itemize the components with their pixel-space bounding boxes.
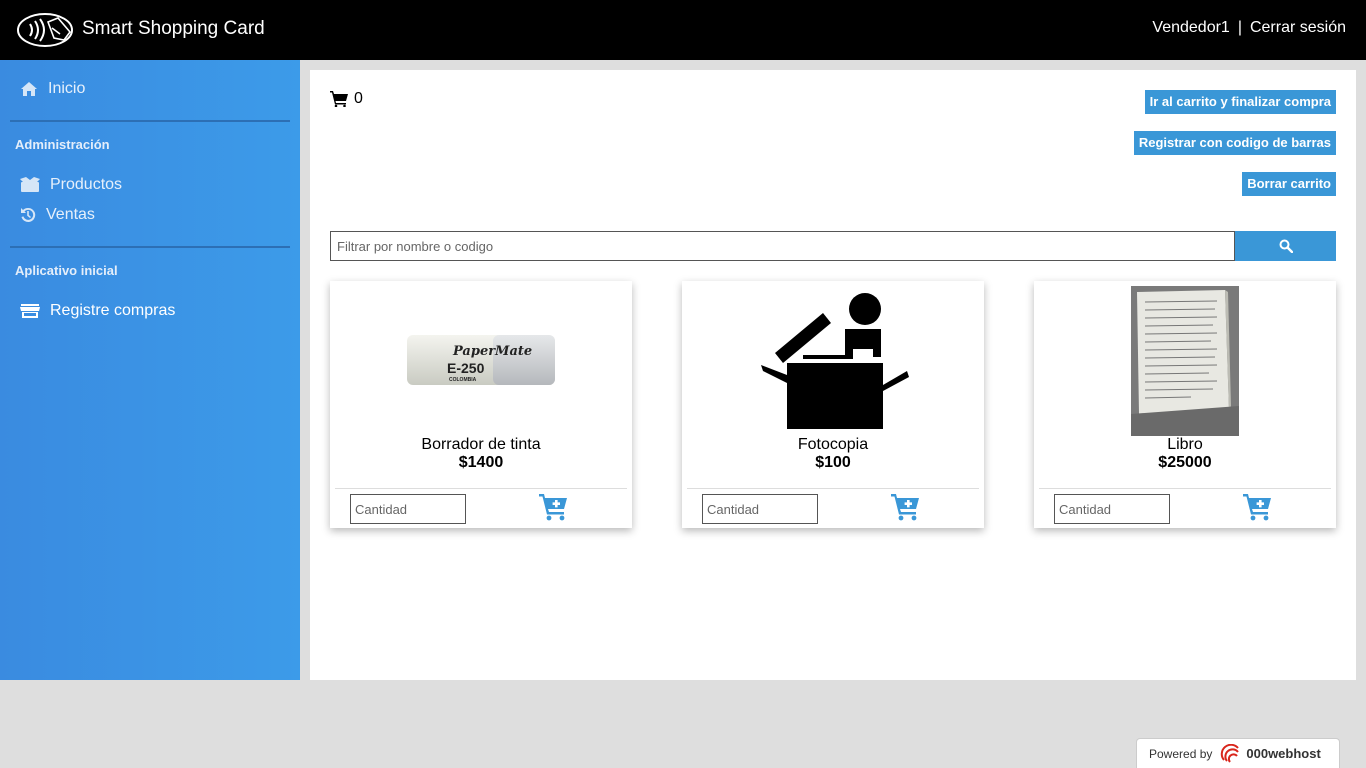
host-brand: 000webhost — [1246, 746, 1321, 761]
app-title: Smart Shopping Card — [82, 18, 265, 39]
sidebar: Inicio Administración Productos Ventas A… — [0, 60, 300, 680]
add-to-cart-icon[interactable] — [891, 492, 921, 522]
contactless-card-logo-icon — [17, 13, 73, 47]
main-panel: 0 Ir al carrito y finalizar compra Regis… — [310, 70, 1356, 680]
checkout-button[interactable]: Ir al carrito y finalizar compra — [1144, 90, 1336, 114]
eraser-model: E-250 — [447, 360, 485, 376]
product-name: Borrador de tinta — [421, 436, 541, 453]
eraser-brand: PaperMate — [452, 344, 532, 359]
quantity-input[interactable] — [1054, 494, 1170, 524]
sidebar-item-label: Productos — [50, 176, 123, 193]
section-title-aplicativo: Aplicativo inicial — [15, 263, 118, 278]
book-page-image — [1131, 286, 1239, 436]
separator: | — [1237, 19, 1242, 36]
logout-link[interactable]: Cerrar sesión — [1250, 19, 1346, 36]
boxes-icon — [20, 177, 40, 192]
card-divider — [687, 488, 979, 489]
username: Vendedor1 — [1152, 19, 1230, 36]
quantity-input[interactable] — [350, 494, 466, 524]
product-name: Libro — [1167, 436, 1203, 453]
add-to-cart-icon[interactable] — [539, 492, 569, 522]
cart-count-indicator[interactable]: 0 — [330, 90, 363, 108]
eraser-sub: COLOMBIA — [449, 377, 477, 383]
cart-count: 0 — [354, 90, 363, 107]
history-icon — [21, 207, 36, 222]
000webhost-logo-icon — [1221, 743, 1240, 763]
product-card: Fotocopia $100 — [682, 281, 984, 528]
sidebar-item-registre-compras[interactable]: Registre compras — [20, 302, 175, 320]
shopping-cart-icon — [330, 91, 348, 107]
photocopier-icon — [761, 293, 909, 429]
home-icon — [21, 82, 37, 96]
product-price: $1400 — [458, 454, 504, 471]
clear-cart-button[interactable]: Borrar carrito — [1242, 172, 1336, 196]
product-image-eraser: PaperMate E-250 COLOMBIA — [330, 286, 632, 436]
product-name: Fotocopia — [797, 436, 869, 453]
search-button[interactable] — [1235, 231, 1336, 261]
product-card: Libro $25000 — [1034, 281, 1336, 528]
sidebar-item-ventas[interactable]: Ventas — [20, 206, 95, 224]
sidebar-divider — [10, 120, 290, 122]
card-divider — [1039, 488, 1331, 489]
product-price: $25000 — [1158, 454, 1212, 471]
product-card: PaperMate E-250 COLOMBIA Borrador de tin… — [330, 281, 632, 528]
store-icon — [20, 304, 40, 318]
eraser-image: PaperMate E-250 COLOMBIA — [407, 335, 555, 385]
card-divider — [335, 488, 627, 489]
search-icon — [1279, 239, 1293, 253]
product-image-book — [1034, 286, 1336, 436]
powered-by-badge[interactable]: Powered by 000webhost — [1136, 738, 1340, 768]
powered-by-text: Powered by — [1149, 746, 1213, 761]
barcode-register-button[interactable]: Registrar con codigo de barras — [1133, 131, 1336, 155]
add-to-cart-icon[interactable] — [1243, 492, 1273, 522]
quantity-input[interactable] — [702, 494, 818, 524]
top-navbar: Smart Shopping Card Vendedor1 | Cerrar ses… — [0, 0, 1366, 60]
sidebar-item-inicio[interactable]: Inicio — [20, 80, 85, 98]
section-title-administracion: Administración — [15, 137, 110, 152]
user-area: Vendedor1 | Cerrar sesión — [1152, 19, 1346, 37]
sidebar-item-label: Inicio — [48, 80, 86, 97]
sidebar-item-label: Ventas — [46, 206, 95, 223]
product-price: $100 — [815, 454, 851, 471]
sidebar-divider — [10, 246, 290, 248]
search-input[interactable] — [330, 231, 1235, 261]
product-image-photocopy — [682, 286, 984, 436]
sidebar-item-label: Registre compras — [50, 302, 176, 319]
sidebar-item-productos[interactable]: Productos — [20, 176, 122, 194]
